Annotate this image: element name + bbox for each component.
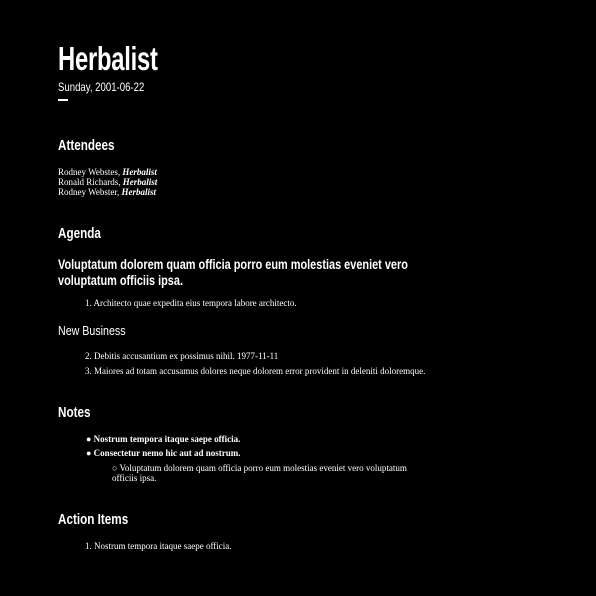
notes-item: ● Consectetur nemo hic aut ad nostrum. bbox=[86, 448, 241, 458]
attendee-role: Herbalist bbox=[122, 177, 158, 187]
title-divider bbox=[58, 99, 68, 101]
attendee-name: Ronald Richards, bbox=[58, 177, 123, 187]
attendee-name: Rodney Webster, bbox=[58, 187, 122, 197]
attendee-role: Herbalist bbox=[122, 167, 157, 177]
notes-sub-item: ○ Voluptatum dolorem quam officia porro … bbox=[112, 463, 407, 483]
action-item: 1. Nostrum tempora itaque saepe officia. bbox=[85, 541, 232, 551]
new-business-heading: New Business bbox=[58, 323, 126, 338]
new-business-item: 2. Debitis accusantium ex possimus nihil… bbox=[85, 351, 279, 361]
meeting-date: Sunday, 2001-06-22 bbox=[58, 80, 145, 94]
attendee-item: Ronald Richards, Herbalist bbox=[58, 177, 157, 187]
agenda-item: 1. Architecto quae expedita eius tempora… bbox=[85, 298, 297, 308]
attendee-role: Herbalist bbox=[121, 187, 157, 197]
page-title: Herbalist bbox=[58, 40, 158, 77]
attendee-item: Rodney Webstes, Herbalist bbox=[58, 167, 157, 177]
agenda-subheading: Voluptatum dolorem quam officia porro eu… bbox=[58, 256, 408, 288]
attendee-item: Rodney Webster, Herbalist bbox=[58, 187, 157, 197]
notes-item: ● Nostrum tempora itaque saepe officia. bbox=[86, 434, 241, 444]
attendees-list: Rodney Webstes, Herbalist Ronald Richard… bbox=[58, 167, 157, 197]
agenda-heading: Agenda bbox=[58, 225, 101, 242]
attendee-name: Rodney Webstes, bbox=[58, 167, 123, 177]
new-business-item: 3. Maiores ad totam accusamus dolores ne… bbox=[85, 366, 426, 376]
attendees-heading: Attendees bbox=[58, 137, 115, 154]
notes-heading: Notes bbox=[58, 404, 91, 421]
action-items-heading: Action Items bbox=[58, 511, 129, 528]
